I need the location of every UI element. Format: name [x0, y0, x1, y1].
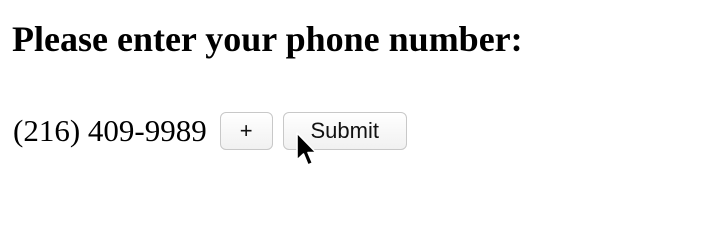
phone-row: (216) 409-9989 + Submit — [13, 110, 407, 152]
submit-button[interactable]: Submit — [282, 112, 407, 150]
page-heading: Please enter your phone number: — [12, 19, 523, 59]
increment-button[interactable]: + — [219, 112, 273, 150]
phone-number-display: (216) 409-9989 — [13, 113, 207, 148]
